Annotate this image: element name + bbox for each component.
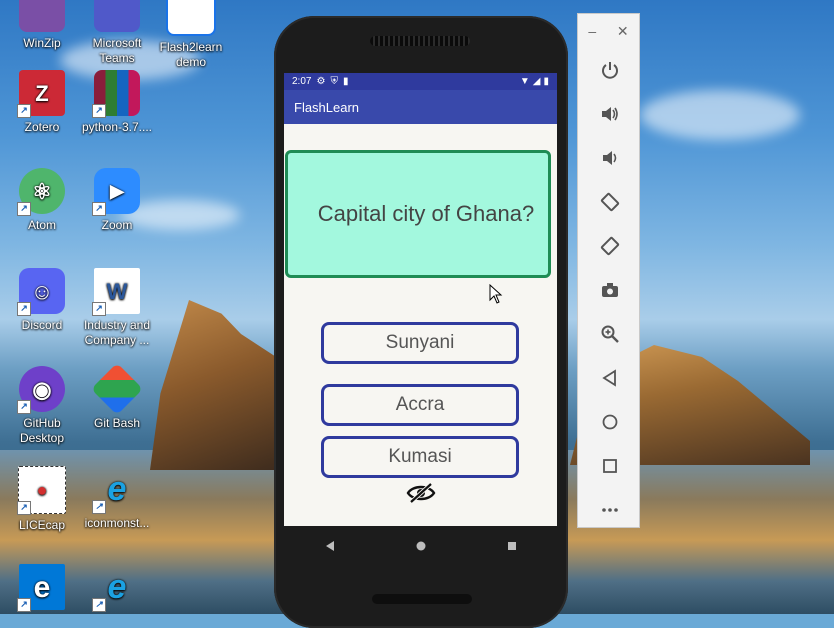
- zoom-icon: [601, 325, 619, 343]
- question-text: Capital city of Ghana?: [317, 201, 535, 226]
- desktop-icon-winzip[interactable]: WinZip: [4, 0, 80, 51]
- mouse-cursor-icon: [489, 284, 503, 304]
- desktop-icon-discord[interactable]: ☺ ↗ Discord: [4, 268, 80, 333]
- desktop-icon-zotero[interactable]: Z ↗ Zotero: [4, 70, 80, 135]
- desktop-icon-github-desktop[interactable]: ◉ ↗ GitHub Desktop: [4, 366, 80, 446]
- overview-button[interactable]: [578, 444, 641, 488]
- desktop-icon-edge[interactable]: e ↗: [4, 564, 80, 614]
- app-bar: FlashLearn: [284, 90, 557, 124]
- desktop-icon-ie[interactable]: e ↗: [79, 564, 155, 614]
- zotero-icon: Z ↗: [17, 70, 65, 118]
- rotate-left-icon: [600, 192, 619, 212]
- android-nav-bar: [284, 526, 557, 566]
- more-button[interactable]: [578, 488, 641, 532]
- status-bar: 2:07 ⚙ ⛨ ▮ ▼ ◢ ▮: [284, 73, 557, 90]
- emulator-window-controls: – ✕: [578, 14, 639, 48]
- speaker-grille: [370, 36, 470, 46]
- power-button[interactable]: [578, 48, 641, 92]
- wifi-icon: ▼: [519, 76, 530, 87]
- phone-screen: 2:07 ⚙ ⛨ ▮ ▼ ◢ ▮ FlashLearn Capital city…: [284, 73, 557, 526]
- battery-icon: ▮: [543, 76, 549, 87]
- close-icon[interactable]: ✕: [617, 23, 629, 40]
- rotate-left-button[interactable]: [578, 180, 641, 224]
- flashcard-question[interactable]: Capital city of Ghana?: [285, 150, 551, 278]
- volume-down-button[interactable]: [578, 136, 641, 180]
- app-title: FlashLearn: [294, 99, 360, 115]
- shield-icon: ⛨: [330, 76, 338, 87]
- signal-icon: ◢: [532, 76, 541, 87]
- nav-back-icon[interactable]: [310, 531, 350, 561]
- desktop-icon-git-bash[interactable]: Git Bash: [79, 362, 155, 431]
- power-icon: [601, 62, 618, 79]
- rotate-right-button[interactable]: [578, 224, 641, 268]
- volume-up-icon: [601, 107, 618, 121]
- minimize-icon[interactable]: –: [588, 23, 596, 39]
- screenshot-button[interactable]: [578, 268, 641, 312]
- licecap-icon: ● ↗: [17, 466, 66, 515]
- zoom-button[interactable]: [578, 312, 641, 356]
- internet-explorer-icon: e ↗: [92, 466, 140, 514]
- answer-button-sunyani[interactable]: Sunyani: [321, 322, 519, 364]
- zoom-icon: ▶ ↗: [92, 168, 140, 216]
- hide-answer-eye-off-icon[interactable]: [406, 481, 436, 505]
- volume-down-icon: [602, 151, 616, 165]
- status-time: 2:07: [292, 76, 312, 87]
- winrar-icon: ↗: [92, 70, 140, 118]
- desktop-icon-teams[interactable]: Microsoft Teams: [79, 0, 155, 66]
- edge-icon: e ↗: [17, 564, 65, 612]
- back-button[interactable]: [578, 356, 641, 400]
- volume-up-button[interactable]: [578, 92, 641, 136]
- discord-icon: ☺ ↗: [17, 268, 65, 316]
- document-icon: [166, 0, 216, 36]
- git-bash-icon: [90, 362, 144, 416]
- emulator-toolbar: – ✕: [577, 13, 640, 528]
- desktop-icon-python[interactable]: ↗ python-3.7....: [79, 70, 155, 135]
- teams-icon: [94, 0, 140, 32]
- desktop-icon-iconmonst[interactable]: e ↗ iconmonst...: [79, 466, 155, 531]
- nav-overview-icon[interactable]: [492, 531, 532, 561]
- settings-icon: ⚙: [316, 76, 326, 87]
- answer-button-kumasi[interactable]: Kumasi: [321, 436, 519, 478]
- rotate-right-icon: [600, 236, 619, 256]
- overview-icon: [602, 459, 617, 473]
- github-desktop-icon: ◉ ↗: [17, 366, 65, 414]
- answer-button-accra[interactable]: Accra: [321, 384, 519, 426]
- more-icon: [601, 508, 618, 512]
- back-icon: [601, 369, 616, 387]
- winzip-icon: [19, 0, 65, 32]
- desktop-icon-flash2learn[interactable]: Flash2learn demo: [153, 0, 229, 70]
- desktop-icon-zoom[interactable]: ▶ ↗ Zoom: [79, 168, 155, 233]
- android-phone-frame: 2:07 ⚙ ⛨ ▮ ▼ ◢ ▮ FlashLearn Capital city…: [274, 16, 568, 628]
- home-button[interactable]: [578, 400, 641, 444]
- camera-icon: [601, 283, 618, 297]
- atom-icon: ⚛ ↗: [17, 168, 65, 216]
- bottom-speaker: [372, 594, 472, 604]
- word-doc-icon: W ↗: [92, 268, 140, 316]
- home-icon: [602, 414, 617, 430]
- desktop-icon-licecap[interactable]: ● ↗ LICEcap: [4, 466, 80, 533]
- internet-explorer-icon: e ↗: [92, 564, 140, 612]
- desktop-icon-atom[interactable]: ⚛ ↗ Atom: [4, 168, 80, 233]
- sim-icon: ▮: [342, 76, 349, 87]
- desktop-icon-industry-doc[interactable]: W ↗ Industry and Company ...: [79, 268, 155, 348]
- nav-home-icon[interactable]: [401, 531, 441, 561]
